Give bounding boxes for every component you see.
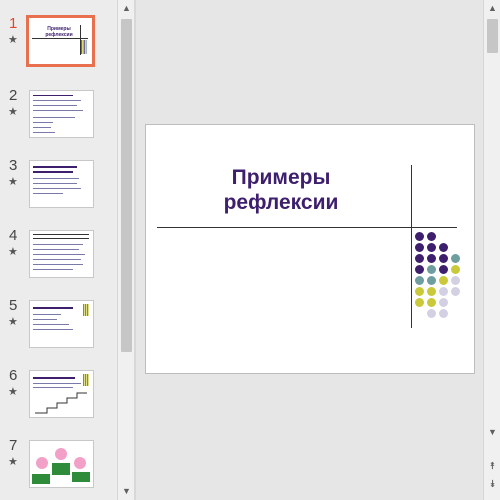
decorative-dot — [415, 232, 424, 241]
star-icon: ★ — [8, 106, 18, 118]
decorative-dot — [439, 243, 448, 252]
slide-canvas[interactable]: Примеры рефлексии — [145, 124, 475, 374]
decorative-dot — [427, 309, 436, 318]
slide-number: 4 — [9, 227, 18, 244]
star-icon: ★ — [8, 386, 18, 398]
slide-number: 5 — [9, 297, 18, 314]
slide-number: 2 — [9, 87, 18, 104]
decorative-dot — [427, 298, 436, 307]
star-icon: ★ — [8, 246, 18, 258]
decorative-dot — [427, 265, 436, 274]
slide-number: 3 — [9, 157, 18, 174]
decorative-dot — [451, 254, 460, 263]
thumbnail-preview — [29, 90, 94, 138]
thumbnail-preview: Примеры рефлексии — [26, 15, 95, 67]
slide-number: 6 — [9, 367, 18, 384]
decorative-dot — [427, 254, 436, 263]
decorative-dot — [439, 254, 448, 263]
decorative-dot — [415, 287, 424, 296]
slide-thumbnail-pane: 1 ★ Примеры рефлексии 2 ★ 3 ★ 4 ★ 5 ★ 6 … — [0, 0, 117, 500]
slide-thumbnail-6[interactable]: 6 ★ — [0, 367, 117, 432]
decorative-dot — [427, 243, 436, 252]
slide-thumbnail-7[interactable]: 7 ★ — [0, 437, 117, 500]
stairs-diagram — [35, 392, 87, 414]
decorative-dot — [427, 276, 436, 285]
horizontal-divider-line — [157, 227, 457, 228]
decorative-dot — [415, 298, 424, 307]
thumbnail-scrollbar[interactable]: ▲ ▼ — [117, 0, 135, 500]
thumbnail-preview — [29, 440, 94, 488]
decorative-dot — [439, 309, 448, 318]
vertical-divider-line — [411, 165, 412, 328]
thumbnail-preview — [29, 300, 94, 348]
decorative-dot — [415, 254, 424, 263]
thumbnail-dots — [81, 40, 87, 54]
scrollbar-thumb[interactable] — [487, 19, 498, 53]
scroll-down-icon[interactable]: ▼ — [118, 483, 135, 500]
slide-thumbnail-2[interactable]: 2 ★ — [0, 87, 117, 152]
scroll-up-icon[interactable]: ▲ — [118, 0, 135, 17]
star-icon: ★ — [8, 456, 18, 468]
slide-scrollbar[interactable]: ▲ ▼ ⯭ ⯯ — [483, 0, 500, 500]
next-slide-icon[interactable]: ⯯ — [484, 476, 500, 493]
slide-thumbnail-1[interactable]: 1 ★ Примеры рефлексии — [0, 15, 117, 80]
thumbnail-preview — [29, 230, 94, 278]
decorative-dot — [451, 287, 460, 296]
smiley-diagram — [32, 448, 90, 484]
decorative-dot — [439, 276, 448, 285]
previous-slide-icon[interactable]: ⯭ — [484, 458, 500, 475]
thumbnail-preview — [29, 370, 94, 418]
decorative-dot — [439, 265, 448, 274]
scrollbar-thumb[interactable] — [121, 19, 132, 352]
scroll-down-icon[interactable]: ▼ — [484, 424, 500, 441]
thumbnail-preview — [29, 160, 94, 208]
decorative-dot — [439, 298, 448, 307]
slide-thumbnail-5[interactable]: 5 ★ — [0, 297, 117, 362]
decorative-dot — [427, 232, 436, 241]
star-icon: ★ — [8, 34, 18, 46]
slide-title[interactable]: Примеры рефлексии — [176, 165, 386, 215]
slide-edit-area: Примеры рефлексии — [136, 0, 483, 500]
slide-thumbnail-3[interactable]: 3 ★ — [0, 157, 117, 222]
star-icon: ★ — [8, 176, 18, 188]
slide-number: 7 — [9, 437, 18, 454]
decorative-dot — [427, 287, 436, 296]
decorative-dot — [415, 243, 424, 252]
decorative-dot — [439, 287, 448, 296]
scroll-up-icon[interactable]: ▲ — [484, 0, 500, 17]
decorative-dot — [451, 276, 460, 285]
thumbnail-title: Примеры рефлексии — [45, 26, 73, 38]
slide-number: 1 — [9, 15, 18, 32]
decorative-dot — [415, 265, 424, 274]
slide-thumbnail-4[interactable]: 4 ★ — [0, 227, 117, 292]
star-icon: ★ — [8, 316, 18, 328]
decorative-dot — [415, 276, 424, 285]
decorative-dot — [451, 265, 460, 274]
